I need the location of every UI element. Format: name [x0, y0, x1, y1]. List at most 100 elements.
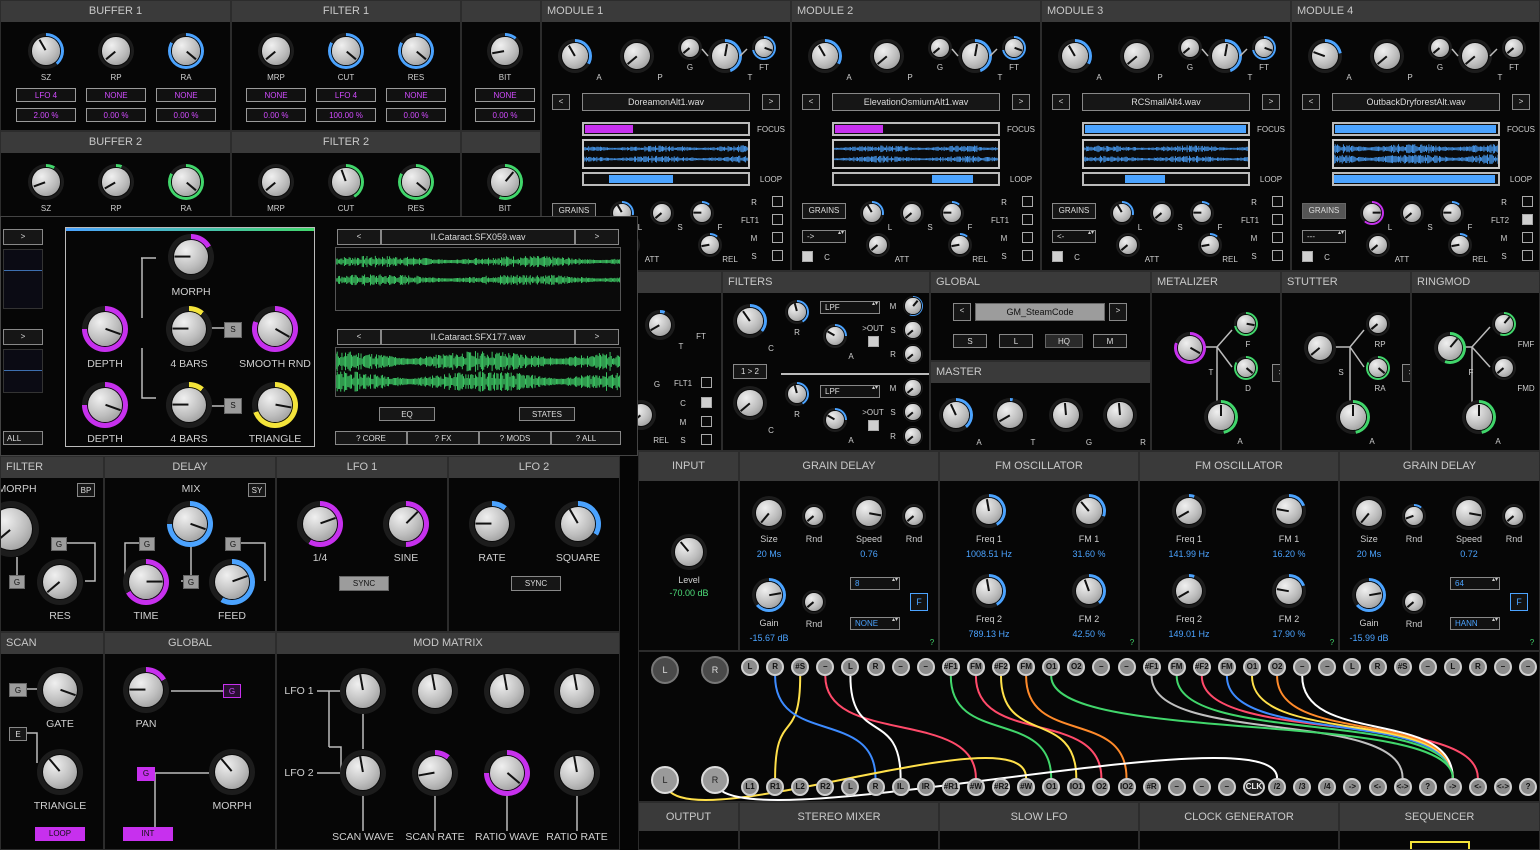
- input-jack[interactable]: –: [1192, 778, 1211, 796]
- input-jack[interactable]: R1: [766, 778, 785, 796]
- s-button[interactable]: S: [224, 322, 242, 338]
- patch-cable[interactable]: [774, 675, 877, 779]
- mod-amount-knob[interactable]: [554, 750, 600, 796]
- window-select[interactable]: HANN: [1450, 617, 1500, 630]
- output-jack[interactable]: –: [916, 658, 935, 676]
- patch-cable[interactable]: [1050, 675, 1454, 779]
- mod-source-select[interactable]: NONE: [475, 88, 535, 102]
- ra-knob[interactable]: [168, 33, 204, 69]
- mod-source-select[interactable]: NONE: [246, 88, 306, 102]
- att-knob[interactable]: [1366, 233, 1390, 257]
- r-checkbox[interactable]: [1522, 196, 1533, 207]
- loop-slider[interactable]: [1082, 172, 1250, 186]
- rnd-knob[interactable]: [1402, 590, 1426, 614]
- f-knob[interactable]: [1434, 332, 1466, 364]
- m-checkbox[interactable]: [701, 416, 712, 427]
- grains-mode-button[interactable]: GRAINS: [1052, 203, 1096, 219]
- input-jack[interactable]: <-: [1368, 778, 1387, 796]
- grain-count-select[interactable]: 8: [850, 577, 900, 590]
- direction-select[interactable]: ---: [1302, 230, 1346, 243]
- mod-amount-knob[interactable]: [340, 750, 386, 796]
- output-jack[interactable]: –: [1494, 658, 1512, 676]
- s-checkbox[interactable]: [701, 434, 712, 445]
- fm2-knob[interactable]: [1272, 574, 1306, 608]
- shape-knob[interactable]: [555, 501, 601, 547]
- rel-knob[interactable]: [1198, 233, 1222, 257]
- help-fx-button[interactable]: ? FX: [407, 431, 479, 445]
- f-knob[interactable]: [940, 201, 964, 225]
- f-knob[interactable]: [1190, 201, 1214, 225]
- freq2-knob[interactable]: [1172, 574, 1206, 608]
- master-jack[interactable]: L: [651, 656, 679, 684]
- rel-knob[interactable]: [698, 233, 722, 257]
- input-jack[interactable]: IO2: [1117, 778, 1136, 796]
- cutoff-knob[interactable]: [733, 304, 767, 338]
- morph-knob[interactable]: [209, 749, 255, 795]
- speed-knob[interactable]: [852, 496, 886, 530]
- mod-amount-field[interactable]: 0.00 %: [475, 108, 535, 122]
- mod-amount-knob[interactable]: [412, 668, 458, 714]
- input-jack[interactable]: <-: [1468, 778, 1487, 796]
- bars-knob-2[interactable]: [166, 382, 212, 428]
- patch-cable[interactable]: [1175, 675, 1454, 779]
- t-knob[interactable]: [645, 310, 675, 340]
- master-jack[interactable]: R: [701, 766, 729, 794]
- input-jack[interactable]: #W: [966, 778, 985, 796]
- m-checkbox[interactable]: [1022, 232, 1033, 243]
- s-button[interactable]: S: [224, 398, 242, 414]
- s-knob[interactable]: [903, 402, 923, 422]
- rel-knob[interactable]: [1448, 233, 1472, 257]
- master-jack[interactable]: R: [701, 656, 729, 684]
- pan-knob[interactable]: [123, 667, 169, 713]
- mod-amount-knob[interactable]: [340, 668, 386, 714]
- bit-knob[interactable]: [487, 33, 523, 69]
- master-jack[interactable]: L: [651, 766, 679, 794]
- help-core-button[interactable]: ? CORE: [335, 431, 407, 445]
- rp-knob[interactable]: [1366, 312, 1390, 336]
- t-knob[interactable]: [1174, 332, 1206, 364]
- window-select[interactable]: NONE: [850, 617, 900, 630]
- d-knob[interactable]: [1234, 356, 1258, 380]
- flt-checkbox[interactable]: [1022, 214, 1033, 225]
- freq1-knob[interactable]: [1172, 494, 1206, 528]
- speed-knob[interactable]: [1452, 496, 1486, 530]
- input-jack[interactable]: <->: [1494, 778, 1512, 796]
- rel-knob[interactable]: [948, 233, 972, 257]
- flt-checkbox[interactable]: [1272, 214, 1283, 225]
- patch-cable[interactable]: [1301, 675, 1454, 779]
- m-knob[interactable]: [903, 296, 923, 316]
- filter-type-select[interactable]: LPF: [820, 301, 880, 314]
- output-jack[interactable]: O2: [1268, 658, 1287, 676]
- gain-knob[interactable]: [752, 578, 786, 612]
- mix-knob[interactable]: [167, 501, 213, 547]
- file-name-field[interactable]: DoreamonAlt1.wav: [582, 93, 750, 111]
- waveform-display[interactable]: [335, 347, 621, 397]
- a-knob[interactable]: [1204, 400, 1238, 434]
- c-checkbox[interactable]: [1052, 251, 1063, 262]
- input-jack[interactable]: ?: [1519, 778, 1538, 796]
- rate-knob[interactable]: [469, 501, 515, 547]
- output-jack[interactable]: –: [1519, 658, 1538, 676]
- prev-file-button[interactable]: <: [1052, 94, 1070, 110]
- waveform-display[interactable]: [1082, 139, 1250, 169]
- int-button[interactable]: INT: [123, 827, 173, 841]
- file-name-field[interactable]: II.Cataract.SFX059.wav: [381, 229, 575, 245]
- ra-knob[interactable]: [168, 164, 204, 200]
- freq1-knob[interactable]: [972, 494, 1006, 528]
- s-checkbox[interactable]: [1022, 250, 1033, 261]
- m-button[interactable]: M: [1093, 334, 1127, 348]
- file-name-field[interactable]: II.Cataract.SFX177.wav: [381, 329, 575, 345]
- shape-knob[interactable]: [383, 501, 429, 547]
- output-jack[interactable]: R: [1468, 658, 1487, 676]
- input-jack[interactable]: CLK: [1243, 778, 1265, 796]
- output-jack[interactable]: –: [891, 658, 910, 676]
- mrp-knob[interactable]: [258, 164, 294, 200]
- loop-slider[interactable]: [832, 172, 1000, 186]
- cutoff-knob[interactable]: [733, 386, 767, 420]
- mod-amount-field[interactable]: 0.00 %: [386, 108, 446, 122]
- all-button[interactable]: ALL: [3, 431, 43, 445]
- s-knob[interactable]: [1304, 332, 1336, 364]
- route-1-2-button[interactable]: 1 > 2: [733, 364, 767, 379]
- g-button[interactable]: G: [137, 767, 155, 781]
- input-jack[interactable]: R: [866, 778, 885, 796]
